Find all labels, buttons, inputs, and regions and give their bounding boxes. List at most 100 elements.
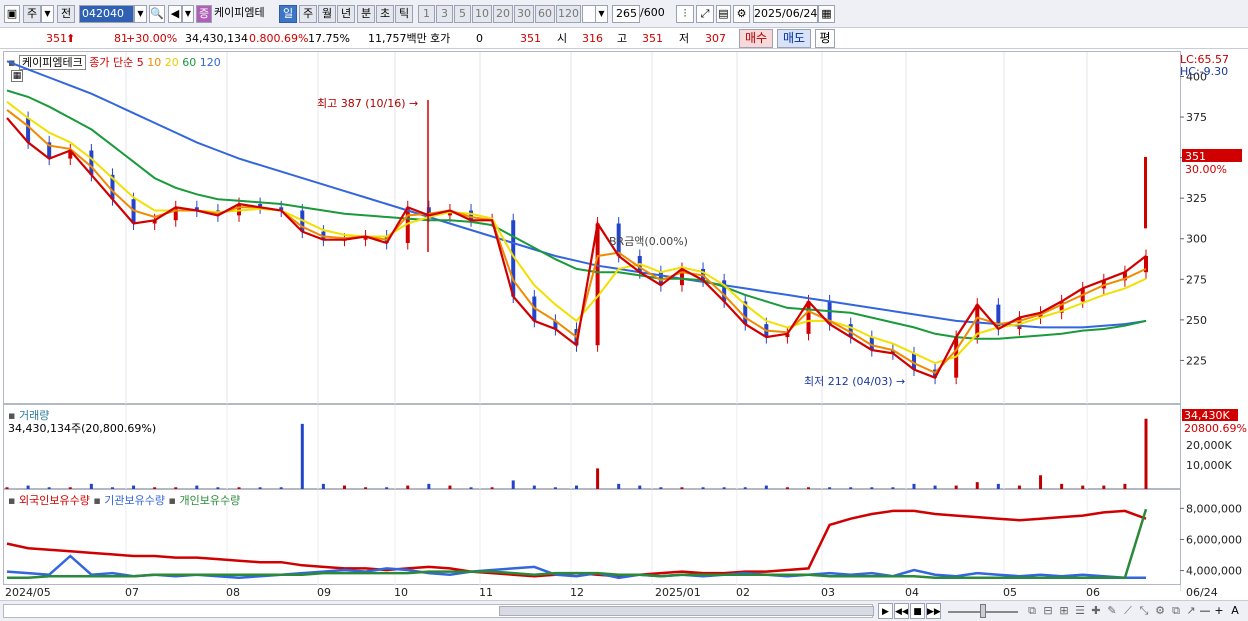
layout-icon[interactable]: ⧉: [1025, 603, 1039, 619]
interval-button[interactable]: 10: [472, 5, 492, 23]
interval-button[interactable]: 20: [493, 5, 513, 23]
ma-line-120: [6, 60, 1147, 329]
rewind-icon[interactable]: ◀◀: [894, 603, 909, 619]
volume-tick-label: 20,000K: [1186, 439, 1232, 452]
volume-tick-label: 10,000K: [1186, 459, 1232, 472]
count-input[interactable]: 265: [612, 5, 640, 23]
scroll-right-icon[interactable]: ▶: [878, 603, 893, 619]
open-label: 시: [557, 32, 568, 45]
turnover-rate: 17.75%: [308, 32, 350, 45]
interval-button[interactable]: 5: [454, 5, 471, 23]
last-volume-label: 34,430K: [1184, 409, 1230, 422]
x-axis-label: 06: [1086, 586, 1100, 599]
period-week-button[interactable]: 주: [299, 5, 317, 23]
date-input[interactable]: 2025/06/24: [753, 5, 818, 23]
calendar-icon[interactable]: ▦: [818, 5, 835, 23]
buy-button[interactable]: 매수: [739, 29, 773, 48]
low-annotation: 최저 212 (04/03) →: [804, 375, 905, 388]
price-tick-label: 275: [1186, 273, 1207, 286]
arrow-icon[interactable]: ↗: [1185, 603, 1197, 619]
x-axis-label: 11: [479, 586, 493, 599]
interval-button[interactable]: 30: [514, 5, 534, 23]
price-tick-label: 250: [1186, 314, 1207, 327]
x-axis-label: 10: [394, 586, 408, 599]
hoga-label: 호가: [430, 32, 451, 45]
stock-code-input[interactable]: 042040: [79, 5, 134, 23]
avg-button[interactable]: 평: [815, 29, 835, 48]
x-axis-label: 12: [570, 586, 584, 599]
trend-icon[interactable]: ⤡: [1137, 603, 1151, 619]
holder-panel: ▪ 외국인보유수량 ▪ 기관보유수량 ▪ 개인보유수량: [3, 489, 1181, 586]
volume-bar: [975, 482, 979, 489]
period-year-button[interactable]: 년: [337, 5, 355, 23]
volume-panel: ▪ 거래량 34,430,134주(20,800.69%): [3, 404, 1181, 490]
list-icon[interactable]: ☰: [1073, 603, 1087, 619]
prev-button[interactable]: 전: [57, 5, 75, 23]
foreign-label: 외국인보유수량: [18, 494, 90, 507]
interval-button[interactable]: 1: [418, 5, 435, 23]
holder-legend: ▪ 외국인보유수량 ▪ 기관보유수량 ▪ 개인보유수량: [8, 494, 241, 507]
forward-icon[interactable]: ▶▶: [926, 603, 941, 619]
sell-button[interactable]: 매도: [777, 29, 811, 48]
font-size-icon[interactable]: A: [1228, 603, 1242, 619]
last-volume-pct: 20800.69%: [1184, 422, 1247, 435]
price-tick-label: 300: [1186, 233, 1207, 246]
change-percent: +30.00%: [126, 32, 178, 45]
gear-icon[interactable]: ⚙: [733, 5, 750, 23]
interval-dropdown-icon[interactable]: ▼: [595, 5, 608, 23]
cross-icon[interactable]: ✚: [1089, 603, 1103, 619]
holder-tick-label: 6,000,000: [1186, 533, 1242, 546]
period-tick-button[interactable]: 틱: [395, 5, 413, 23]
x-axis-label: 09: [317, 586, 331, 599]
horizontal-scrollbar[interactable]: [3, 604, 874, 618]
bottom-toolbar: ▶ ◀◀ ■ ▶▶ ⧉ ⊟ ⊞ ☰ ✚ ✎ ⟋ ⤡ ⚙ ⧉ ↗ — + A: [0, 600, 1248, 621]
low-price: 307: [705, 32, 726, 45]
zoom-slider-handle[interactable]: [980, 604, 986, 618]
zoom-out-icon[interactable]: —: [1199, 603, 1211, 619]
institution-label: 기관보유수량: [104, 494, 166, 507]
current-price: 351: [46, 32, 67, 45]
search-icon[interactable]: 🔍: [149, 5, 165, 23]
candle-body: [26, 118, 31, 143]
speaker-dropdown-icon[interactable]: ▼: [182, 5, 194, 23]
price-chart: 최고 387 (10/16) → 최저 212 (04/03) → BR금액(0.0…: [6, 52, 1148, 405]
zoom-in-icon[interactable]: +: [1213, 603, 1225, 619]
scroll-thumb[interactable]: [499, 606, 874, 616]
pencil-icon[interactable]: ✎: [1105, 603, 1119, 619]
mode-dropdown-icon[interactable]: ▼: [41, 5, 54, 23]
right-axis: 225250275300325350375400LC:65.57HC:-9.30…: [1180, 51, 1247, 591]
compare-icon[interactable]: ⤢: [696, 5, 714, 23]
interval-button[interactable]: 60: [535, 5, 555, 23]
settings-icon[interactable]: ⚙: [1153, 603, 1167, 619]
period-month-button[interactable]: 월: [318, 5, 336, 23]
code-dropdown-icon[interactable]: ▼: [134, 5, 147, 23]
last-candle: [1144, 156, 1147, 229]
period-day-button[interactable]: 일: [279, 5, 297, 23]
period-sec-button[interactable]: 초: [376, 5, 394, 23]
volume-info: 34,430,134주(20,800.69%): [8, 422, 157, 435]
period-min-button[interactable]: 분: [357, 5, 375, 23]
interval-button[interactable]: 120: [556, 5, 581, 23]
speaker-icon[interactable]: ◀: [168, 5, 182, 23]
last-price-label: 351: [1185, 150, 1206, 163]
window-icon[interactable]: ⊞: [1057, 603, 1071, 619]
layout-icon[interactable]: ▣: [4, 5, 20, 23]
interval-button[interactable]: 3: [436, 5, 453, 23]
x-axis-label: 02: [736, 586, 750, 599]
candle-icon[interactable]: ⫶: [676, 5, 694, 23]
hc-label: HC:-9.30: [1180, 65, 1228, 78]
candle-body: [996, 304, 1001, 329]
volume-bar: [1144, 418, 1148, 489]
trade-amount: 11,757백만: [368, 32, 427, 45]
high-annotation: 최고 387 (10/16) →: [317, 97, 418, 110]
copy-icon[interactable]: ⧉: [1169, 603, 1183, 619]
split-icon[interactable]: ⊟: [1041, 603, 1055, 619]
mode-select[interactable]: 주: [23, 5, 41, 23]
volume-ratio: 0.800.69%: [249, 32, 309, 45]
stop-icon[interactable]: ■: [910, 603, 925, 619]
line-tool-icon[interactable]: ⟋: [1121, 603, 1135, 619]
low-label: 저: [679, 32, 690, 45]
volume-bar: [596, 468, 600, 489]
holder-line: [6, 509, 1147, 578]
save-icon[interactable]: ▤: [716, 5, 731, 23]
